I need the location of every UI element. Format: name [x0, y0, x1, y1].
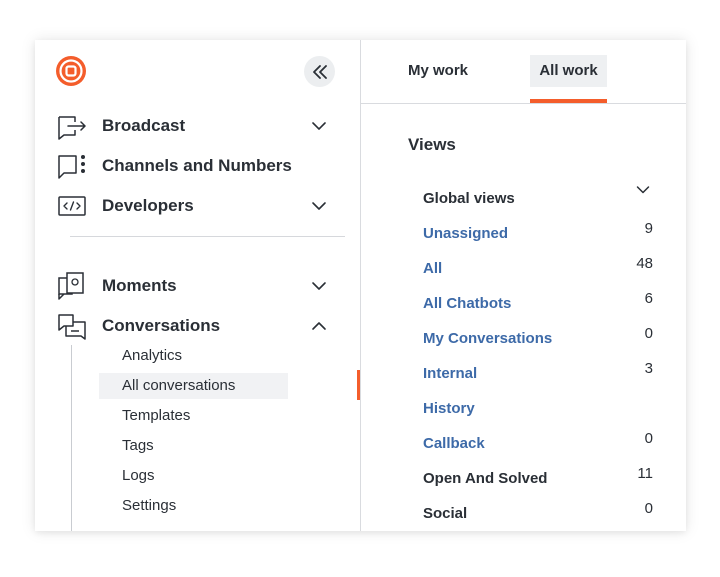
collapse-sidebar-button[interactable]: [304, 56, 335, 87]
view-social[interactable]: Social 0: [423, 500, 653, 525]
view-group-global-views[interactable]: Global views: [423, 188, 653, 210]
view-label: Social: [423, 505, 468, 522]
sidebar-subitem-templates[interactable]: Templates: [122, 403, 190, 429]
view-my-conversations[interactable]: My Conversations 0: [423, 325, 653, 350]
view-count: 6: [644, 290, 653, 307]
double-chevron-left-icon: [312, 64, 327, 79]
sidebar-item-label: Broadcast: [102, 116, 186, 135]
sidebar-item-label: Channels and Numbers: [102, 156, 292, 175]
conversations-icon: [58, 314, 86, 340]
view-label: Callback: [423, 435, 485, 452]
view-count: 48: [636, 255, 653, 272]
view-all-chatbots[interactable]: All Chatbots 6: [423, 290, 653, 315]
view-group-label: Global views: [423, 190, 515, 207]
sidebar-item-conversations[interactable]: Conversations: [35, 310, 360, 342]
view-open-and-solved[interactable]: Open And Solved 11: [423, 465, 653, 490]
views-title: Views: [408, 135, 456, 154]
sidebar-subitem-analytics[interactable]: Analytics: [122, 343, 182, 369]
view-unassigned[interactable]: Unassigned 9: [423, 220, 653, 245]
view-internal[interactable]: Internal 3: [423, 360, 653, 385]
sidebar-subitem-settings[interactable]: Settings: [122, 493, 176, 519]
app-window: Broadcast Channels and Numbers Developer…: [35, 40, 686, 531]
sidebar-subitem-all-conversations[interactable]: All conversations: [99, 373, 288, 399]
view-count: 3: [644, 360, 653, 377]
panel-divider: [360, 40, 361, 531]
broadcast-icon: [58, 116, 86, 140]
chevron-up-icon[interactable]: [311, 319, 327, 333]
sidebar-item-label: Conversations: [102, 316, 221, 335]
view-count: 0: [644, 430, 653, 447]
subtree-line: [71, 345, 72, 531]
tab-all-work[interactable]: All work: [530, 55, 607, 87]
chevron-down-icon[interactable]: [636, 184, 650, 196]
tab-my-work[interactable]: My work: [408, 55, 468, 87]
view-label: My Conversations: [423, 330, 553, 347]
sidebar-item-label: Moments: [102, 276, 177, 295]
view-count: 11: [637, 465, 653, 482]
chevron-down-icon[interactable]: [311, 279, 327, 293]
view-label: All: [423, 260, 443, 277]
view-all[interactable]: All 48: [423, 255, 653, 280]
sidebar-subitem-logs[interactable]: Logs: [122, 463, 155, 489]
moments-icon: [58, 272, 84, 300]
sidebar-item-moments[interactable]: Moments: [35, 270, 360, 302]
sidebar-divider: [70, 236, 345, 237]
sidebar-item-developers[interactable]: Developers: [35, 190, 360, 222]
active-tab-indicator: [530, 99, 607, 103]
sidebar-item-channels-and-numbers[interactable]: Channels and Numbers: [35, 150, 360, 182]
view-count: 9: [644, 220, 653, 237]
view-label: Internal: [423, 365, 478, 382]
view-label: Open And Solved: [423, 470, 548, 487]
view-history[interactable]: History: [423, 398, 653, 420]
view-count: 0: [644, 500, 653, 517]
brand-logo-icon: [56, 56, 86, 86]
code-icon: [58, 196, 86, 216]
sidebar-item-broadcast[interactable]: Broadcast: [35, 110, 360, 142]
view-label: Unassigned: [423, 225, 509, 242]
chevron-down-icon[interactable]: [311, 119, 327, 133]
view-callback[interactable]: Callback 0: [423, 430, 653, 455]
sidebar: Broadcast Channels and Numbers Developer…: [35, 40, 360, 531]
chat-channels-icon: [58, 155, 85, 179]
work-tabs: My work All work: [361, 40, 686, 104]
view-label: History: [423, 400, 475, 417]
sidebar-item-label: Developers: [102, 196, 194, 215]
view-label: All Chatbots: [423, 295, 512, 312]
chevron-down-icon[interactable]: [311, 199, 327, 213]
view-count: 0: [644, 325, 653, 342]
sidebar-subitem-tags[interactable]: Tags: [122, 433, 154, 459]
